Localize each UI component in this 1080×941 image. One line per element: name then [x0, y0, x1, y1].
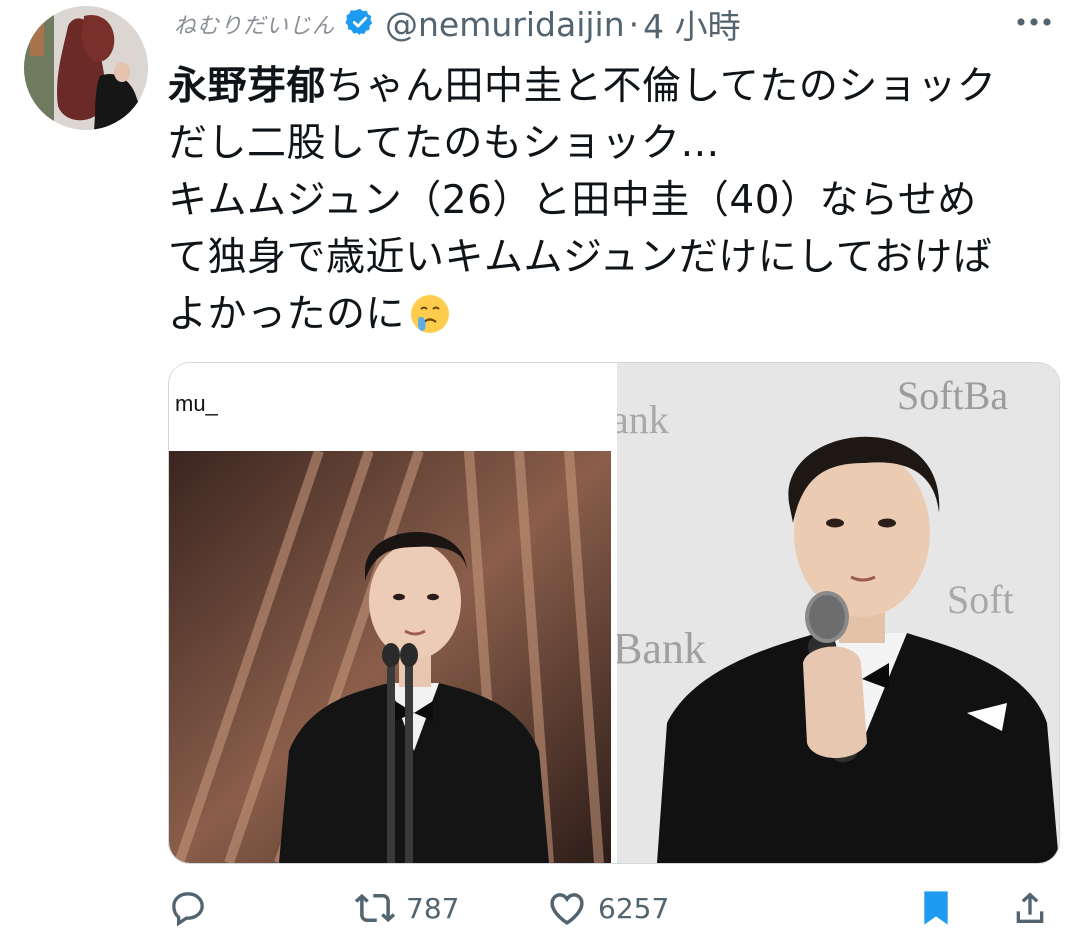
backdrop-text-2: ank — [617, 397, 669, 442]
like-count: 6257 — [598, 891, 670, 925]
share-icon — [1016, 892, 1044, 923]
handle[interactable]: @nemuridaijin — [385, 5, 625, 44]
like-button[interactable]: 6257 — [546, 878, 669, 938]
display-name[interactable]: ねむりだいじん — [174, 8, 335, 40]
separator-dot: · — [628, 4, 640, 44]
tweet-line-3: キムムジュン（26）と田中圭（40）ならせめ — [168, 178, 977, 223]
reply-button[interactable] — [168, 878, 208, 938]
retweet-count: 787 — [406, 891, 460, 925]
tweet-header: ねむりだいじん @nemuridaijin · 4 小時 — [174, 0, 1054, 48]
action-bar: 787 6257 — [168, 878, 1058, 938]
tweet-text: 永野芽郁ちゃん田中圭と不倫してたのショック だし二股してたのもショック… キムム… — [168, 58, 1058, 343]
backdrop-text-4: Soft — [947, 577, 1014, 622]
reply-icon — [172, 892, 204, 927]
retweet-button[interactable]: 787 — [354, 878, 459, 938]
avatar-image — [24, 6, 148, 130]
media-attachment[interactable]: mu_ SoftBa nk Bank Soft — [168, 362, 1060, 864]
bookmark-button[interactable] — [916, 878, 956, 938]
crying-face-emoji-icon — [411, 295, 450, 333]
media-left-panel[interactable]: mu_ — [169, 363, 611, 863]
bookmark-filled-icon — [924, 891, 948, 925]
more-options-icon[interactable] — [1014, 4, 1054, 40]
media-caption: mu_ — [175, 391, 218, 416]
backdrop-text-1: SoftBa — [897, 373, 1008, 418]
tweet-line-5-text: よかったのに — [168, 292, 406, 337]
photo-man-with-microphone: SoftBa ank Bank Soft — [617, 363, 1059, 863]
tweet-line-2: だし二股してたのもショック… — [168, 121, 720, 166]
mention: 永野芽郁 — [168, 64, 327, 109]
photo-young-man-at-podium — [169, 451, 611, 863]
tweet-line-1-rest: ちゃん田中圭と不倫してたのショック — [326, 64, 997, 109]
tweet-line-5: よかったのに — [168, 286, 1058, 343]
tweet-line-4: て独身で歳近いキムムジュンだけにしておけば — [168, 235, 993, 280]
retweet-icon — [354, 893, 396, 923]
tweet-line-1: 永野芽郁ちゃん田中圭と不倫してたのショック — [168, 58, 1058, 115]
share-button[interactable] — [1010, 878, 1050, 938]
timestamp[interactable]: 4 小時 — [643, 0, 741, 48]
backdrop-text-3: Bank — [617, 624, 706, 673]
heart-icon — [550, 893, 584, 925]
avatar[interactable] — [24, 6, 148, 130]
verified-badge-icon — [345, 7, 385, 41]
